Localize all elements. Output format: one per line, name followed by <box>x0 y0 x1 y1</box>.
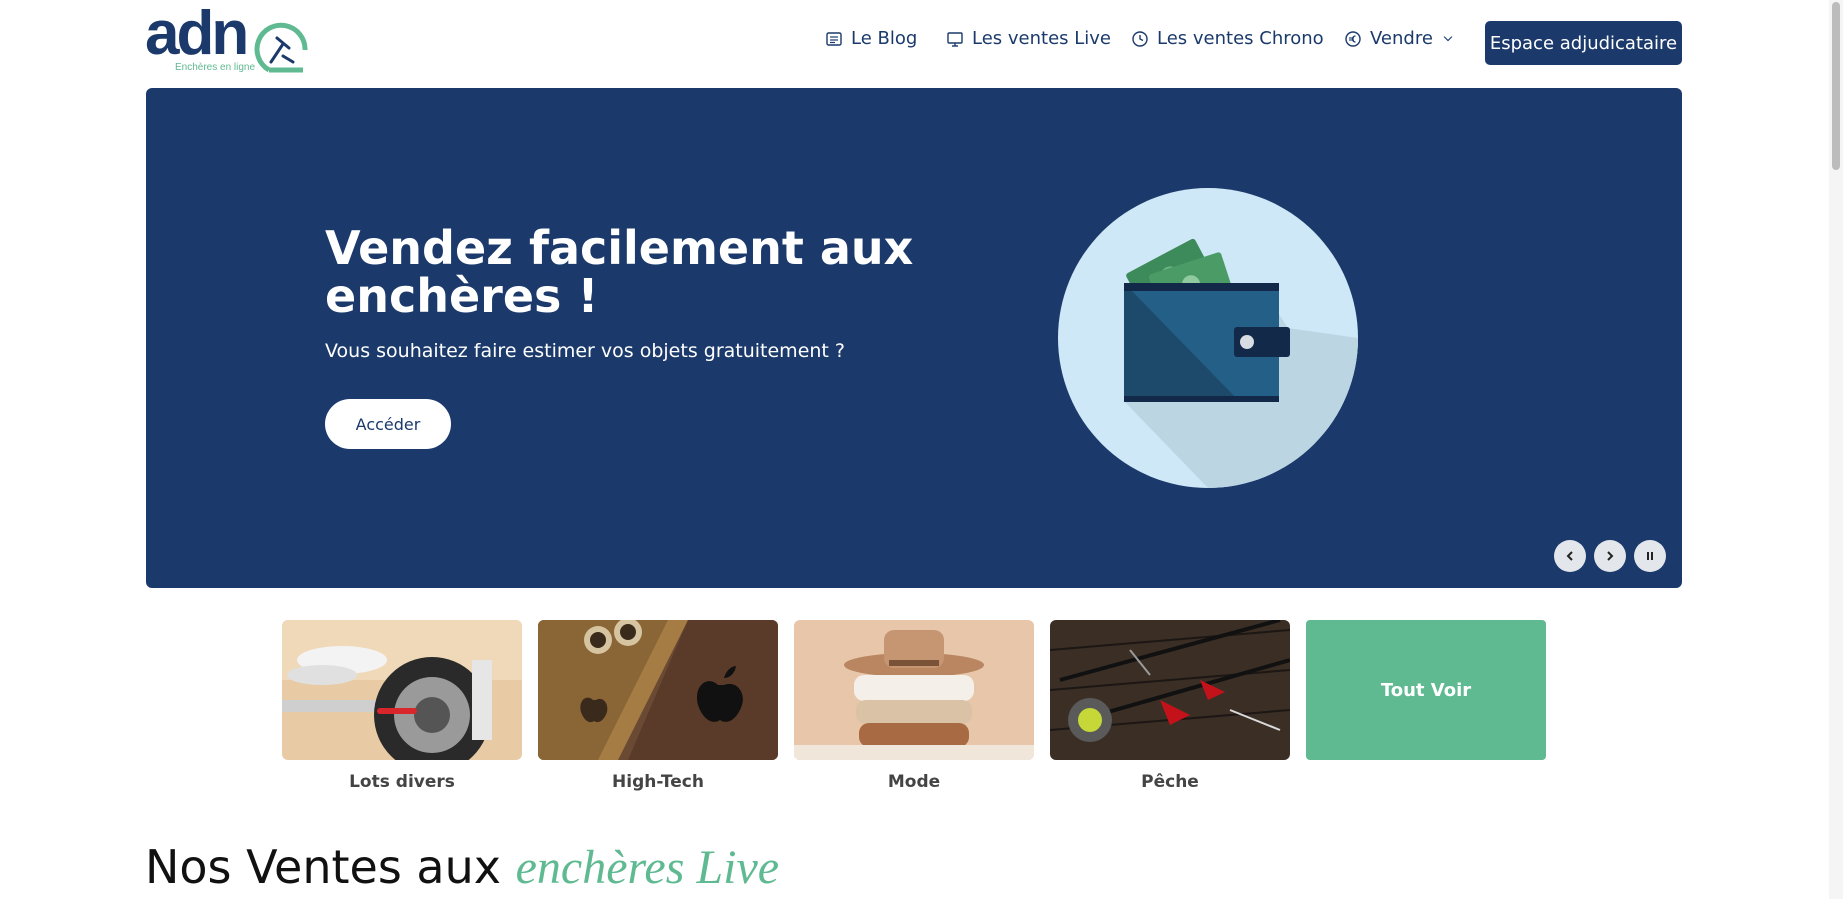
clock-icon <box>1132 30 1148 47</box>
category-label: Pêche <box>1141 772 1199 792</box>
chevron-right-icon <box>1607 551 1614 561</box>
smartphone-image <box>538 620 778 760</box>
section-title: Nos Ventes aux enchères Live <box>145 840 779 895</box>
scooter-image <box>282 620 522 760</box>
nav-chrono-link[interactable]: Les ventes Chrono <box>1131 28 1324 49</box>
nav-blog-link[interactable]: Le Blog <box>825 28 917 49</box>
category-label: High-Tech <box>612 772 704 792</box>
logo-text: adn <box>145 0 249 68</box>
fishing-image <box>1050 620 1290 760</box>
section-title-main: Nos Ventes aux <box>145 840 501 894</box>
category-label: Lots divers <box>349 772 455 792</box>
category-label: Mode <box>887 772 941 792</box>
monitor-icon <box>947 31 963 47</box>
nav-live-link[interactable]: Les ventes Live <box>946 28 1111 49</box>
hero-access-button[interactable]: Accéder <box>325 399 451 449</box>
page-scrollbar[interactable] <box>1829 0 1843 899</box>
euro-icon <box>1345 30 1361 47</box>
carousel-pause-button[interactable] <box>1634 540 1666 572</box>
logo-auction-icon <box>254 22 308 73</box>
carousel-prev-button[interactable] <box>1554 540 1586 572</box>
category-mode[interactable]: Mode <box>794 620 1034 792</box>
nav-live-label: Les ventes Live <box>972 28 1112 49</box>
nav-blog-label: Le Blog <box>851 28 918 49</box>
chevron-left-icon <box>1566 551 1573 561</box>
hero-subtitle: Vous souhaitez faire estimer vos objets … <box>325 340 845 362</box>
chevron-down-icon <box>1443 35 1453 41</box>
nav-chrono-label: Les ventes Chrono <box>1157 28 1324 49</box>
hero-title: Vendez facilement aux enchères ! <box>325 221 914 323</box>
nav-vendre-dropdown[interactable]: Vendre <box>1344 28 1455 49</box>
category-high-tech[interactable]: High-Tech <box>538 620 778 792</box>
see-all-categories-button[interactable]: Tout Voir <box>1306 620 1546 760</box>
nav-vendre-label: Vendre <box>1370 28 1433 49</box>
logo-subtitle: Enchères en ligne <box>175 62 256 73</box>
hero-banner: Vendez facilement aux enchères ! Vous so… <box>146 88 1682 588</box>
wallet-icon <box>1058 188 1358 488</box>
espace-adjudicataire-button[interactable]: Espace adjudicataire <box>1485 21 1682 65</box>
category-lots-divers[interactable]: Lots divers <box>282 620 522 792</box>
carousel-next-button[interactable] <box>1594 540 1626 572</box>
scrollbar-thumb[interactable] <box>1832 2 1840 170</box>
newspaper-icon <box>826 31 842 46</box>
section-title-accent: enchères Live <box>515 841 780 894</box>
category-peche[interactable]: Pêche <box>1050 620 1290 792</box>
logo[interactable]: adn Enchères en ligne <box>145 0 313 76</box>
pause-icon <box>1647 552 1653 560</box>
clothes-image <box>794 620 1034 760</box>
